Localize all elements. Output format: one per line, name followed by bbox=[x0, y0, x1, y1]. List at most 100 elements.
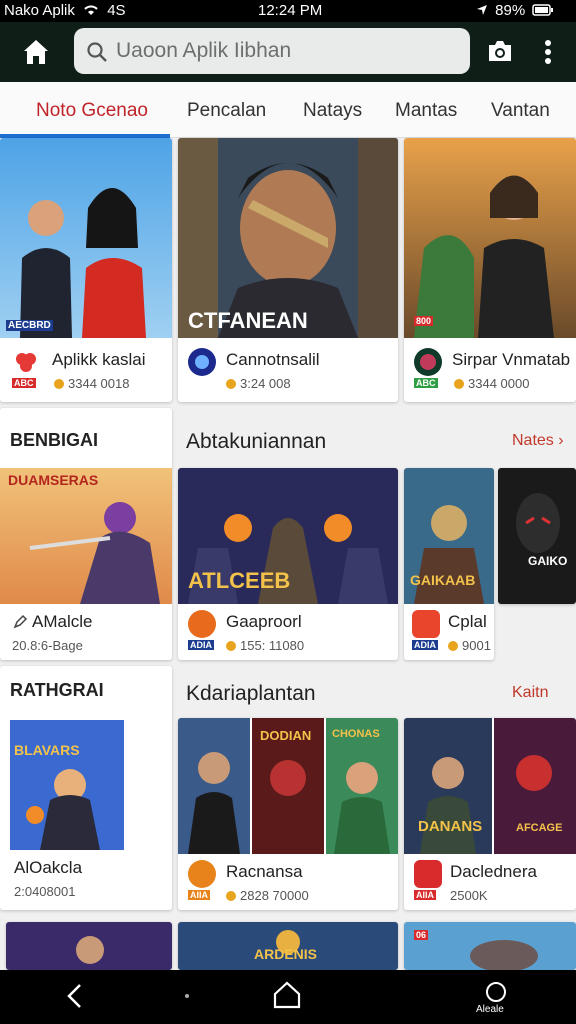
section-more-link[interactable]: Kaitn bbox=[512, 684, 548, 702]
app-card[interactable] bbox=[6, 922, 172, 970]
thumbnail-caption: ARDENIS bbox=[254, 946, 318, 962]
tab-natays[interactable]: Natays bbox=[303, 100, 362, 122]
network-type: 4S bbox=[107, 2, 126, 19]
back-icon[interactable] bbox=[64, 982, 84, 1010]
wifi-icon bbox=[84, 5, 98, 15]
system-nav-bar: Aleale bbox=[0, 970, 576, 1024]
more-vert-icon bbox=[545, 40, 551, 64]
thumbnail-caption: DODIAN bbox=[260, 728, 312, 743]
nav-dot bbox=[185, 994, 189, 998]
app-downloads: 155: 11080 bbox=[226, 638, 304, 653]
category-tabs: Noto Gcenao Pencalan Natays Mantas Vanta… bbox=[0, 82, 576, 138]
coin-icon bbox=[226, 641, 236, 651]
app-thumbnail[interactable] bbox=[10, 720, 124, 850]
app-thumbnail bbox=[404, 138, 576, 338]
app-card[interactable]: GAIKO bbox=[498, 468, 576, 604]
app-thumbnail bbox=[0, 138, 172, 338]
app-thumbnail[interactable] bbox=[0, 468, 172, 604]
app-card[interactable]: 800 Sirpar Vnmatab ABC 3344 0000 bbox=[404, 138, 576, 402]
carrier-name: Nako Aplik bbox=[4, 2, 75, 19]
app-downloads: 2:0408001 bbox=[14, 884, 76, 899]
thumbnail-caption: DANANS bbox=[418, 818, 483, 835]
more-link-label: Nates bbox=[512, 432, 554, 449]
app-icon bbox=[414, 860, 442, 888]
coin-icon bbox=[448, 641, 458, 651]
more-link-label: Kaitn bbox=[512, 684, 549, 701]
app-downloads: 9001 bbox=[448, 638, 491, 653]
assistant-label: Aleale bbox=[476, 1004, 504, 1015]
app-downloads: 2828 70000 bbox=[226, 888, 309, 903]
app-icon bbox=[12, 348, 40, 376]
app-card[interactable]: ARDENIS bbox=[178, 922, 398, 970]
app-card[interactable]: GAIKAAB Cplal ADIA 9001 bbox=[404, 468, 494, 660]
app-downloads: 2500K bbox=[450, 888, 488, 903]
status-bar: Nako Aplik 4S 12:24 PM 89% bbox=[0, 0, 576, 22]
coin-icon bbox=[454, 379, 464, 389]
search-icon bbox=[87, 42, 107, 62]
pen-icon bbox=[13, 614, 28, 629]
app-name: Racnansa bbox=[226, 862, 303, 881]
search-bar[interactable] bbox=[74, 28, 470, 74]
thumbnail-caption: 800 bbox=[414, 316, 434, 326]
rank-badge: AIIA bbox=[414, 890, 436, 900]
app-card[interactable]: DODIAN CHONAS Racnansa AIIA 2828 70000 bbox=[178, 718, 398, 910]
downloads-value: 3344 0018 bbox=[68, 376, 130, 391]
search-input[interactable] bbox=[116, 36, 456, 66]
side-section-label: BENBIGAI bbox=[10, 430, 99, 450]
tab-top[interactable]: Noto Gcenao bbox=[36, 100, 148, 122]
app-name: AMalcle bbox=[32, 612, 93, 631]
camera-button[interactable] bbox=[486, 38, 514, 64]
downloads-value: 155: 11080 bbox=[240, 638, 305, 653]
side-section-card: BENBIGAI DUAMSERAS AMalcle 20.8:6-Bage bbox=[0, 408, 172, 660]
app-icon bbox=[414, 348, 442, 376]
camera-icon bbox=[489, 41, 511, 61]
app-icon bbox=[188, 348, 216, 376]
app-name: Gaaproorl bbox=[226, 612, 302, 631]
rank-badge: ABC bbox=[12, 378, 36, 388]
app-name: AlOakcla bbox=[14, 858, 83, 877]
tab-vantan[interactable]: Vantan bbox=[491, 100, 550, 122]
home-icon bbox=[24, 40, 48, 64]
thumbnail-caption: GAIKO bbox=[528, 554, 568, 568]
thumbnail-caption: CTFANEAN bbox=[188, 308, 308, 333]
app-bar bbox=[0, 22, 576, 82]
app-icon bbox=[412, 610, 440, 638]
thumbnail-caption: GAIKAAB bbox=[410, 572, 476, 588]
coin-icon bbox=[226, 891, 236, 901]
app-icon bbox=[188, 610, 216, 638]
thumbnail-caption: AECBRD bbox=[6, 320, 53, 331]
downloads-value: 3:24 008 bbox=[240, 376, 291, 391]
more-options-button[interactable] bbox=[538, 38, 558, 66]
section-more-link[interactable]: Nates › bbox=[512, 432, 564, 450]
app-name: Cannotnsalil bbox=[226, 350, 320, 369]
rank-badge: ABC bbox=[414, 378, 438, 388]
carrier-info: Nako Aplik 4S bbox=[4, 2, 126, 19]
assistant-icon[interactable] bbox=[484, 980, 508, 1004]
app-card[interactable]: AECBRD Aplikk kaslai ABC 3344 0018 bbox=[0, 138, 172, 402]
tab-mantas[interactable]: Mantas bbox=[395, 100, 457, 122]
thumbnail-caption: DUAMSERAS bbox=[8, 472, 99, 488]
downloads-value: 9001 bbox=[462, 638, 491, 653]
location-icon bbox=[477, 5, 487, 15]
app-name: Sirpar Vnmatab bbox=[452, 350, 571, 369]
home-nav-icon[interactable] bbox=[272, 980, 302, 1010]
app-name: Daclednera bbox=[450, 862, 537, 881]
side-section-label: RATHGRAI bbox=[10, 680, 104, 700]
rank-badge: ADIA bbox=[412, 640, 438, 650]
app-thumbnail bbox=[498, 468, 576, 604]
app-card[interactable]: CTFANEAN Cannotnsalil 3:24 008 bbox=[178, 138, 398, 402]
app-icon bbox=[188, 860, 216, 888]
home-button[interactable] bbox=[20, 36, 52, 68]
downloads-value: 2828 70000 bbox=[240, 888, 309, 903]
tab-pencalan[interactable]: Pencalan bbox=[187, 100, 266, 122]
thumbnail-caption: 06 bbox=[414, 930, 429, 940]
app-card[interactable]: 06 bbox=[404, 922, 576, 970]
app-card[interactable]: ATLCEEB Gaaproorl ADIA 155: 11080 bbox=[178, 468, 398, 660]
section-title: Kdariaplantan bbox=[186, 682, 316, 705]
clock: 12:24 PM bbox=[258, 2, 323, 19]
app-card[interactable]: DANANS AFCAGE Daclednera AIIA 2500K bbox=[404, 718, 576, 910]
thumbnail-caption: AFCAGE bbox=[516, 822, 563, 834]
app-name: Cplal bbox=[448, 612, 487, 631]
coin-icon bbox=[54, 379, 64, 389]
app-downloads: 3344 0018 bbox=[54, 376, 129, 391]
